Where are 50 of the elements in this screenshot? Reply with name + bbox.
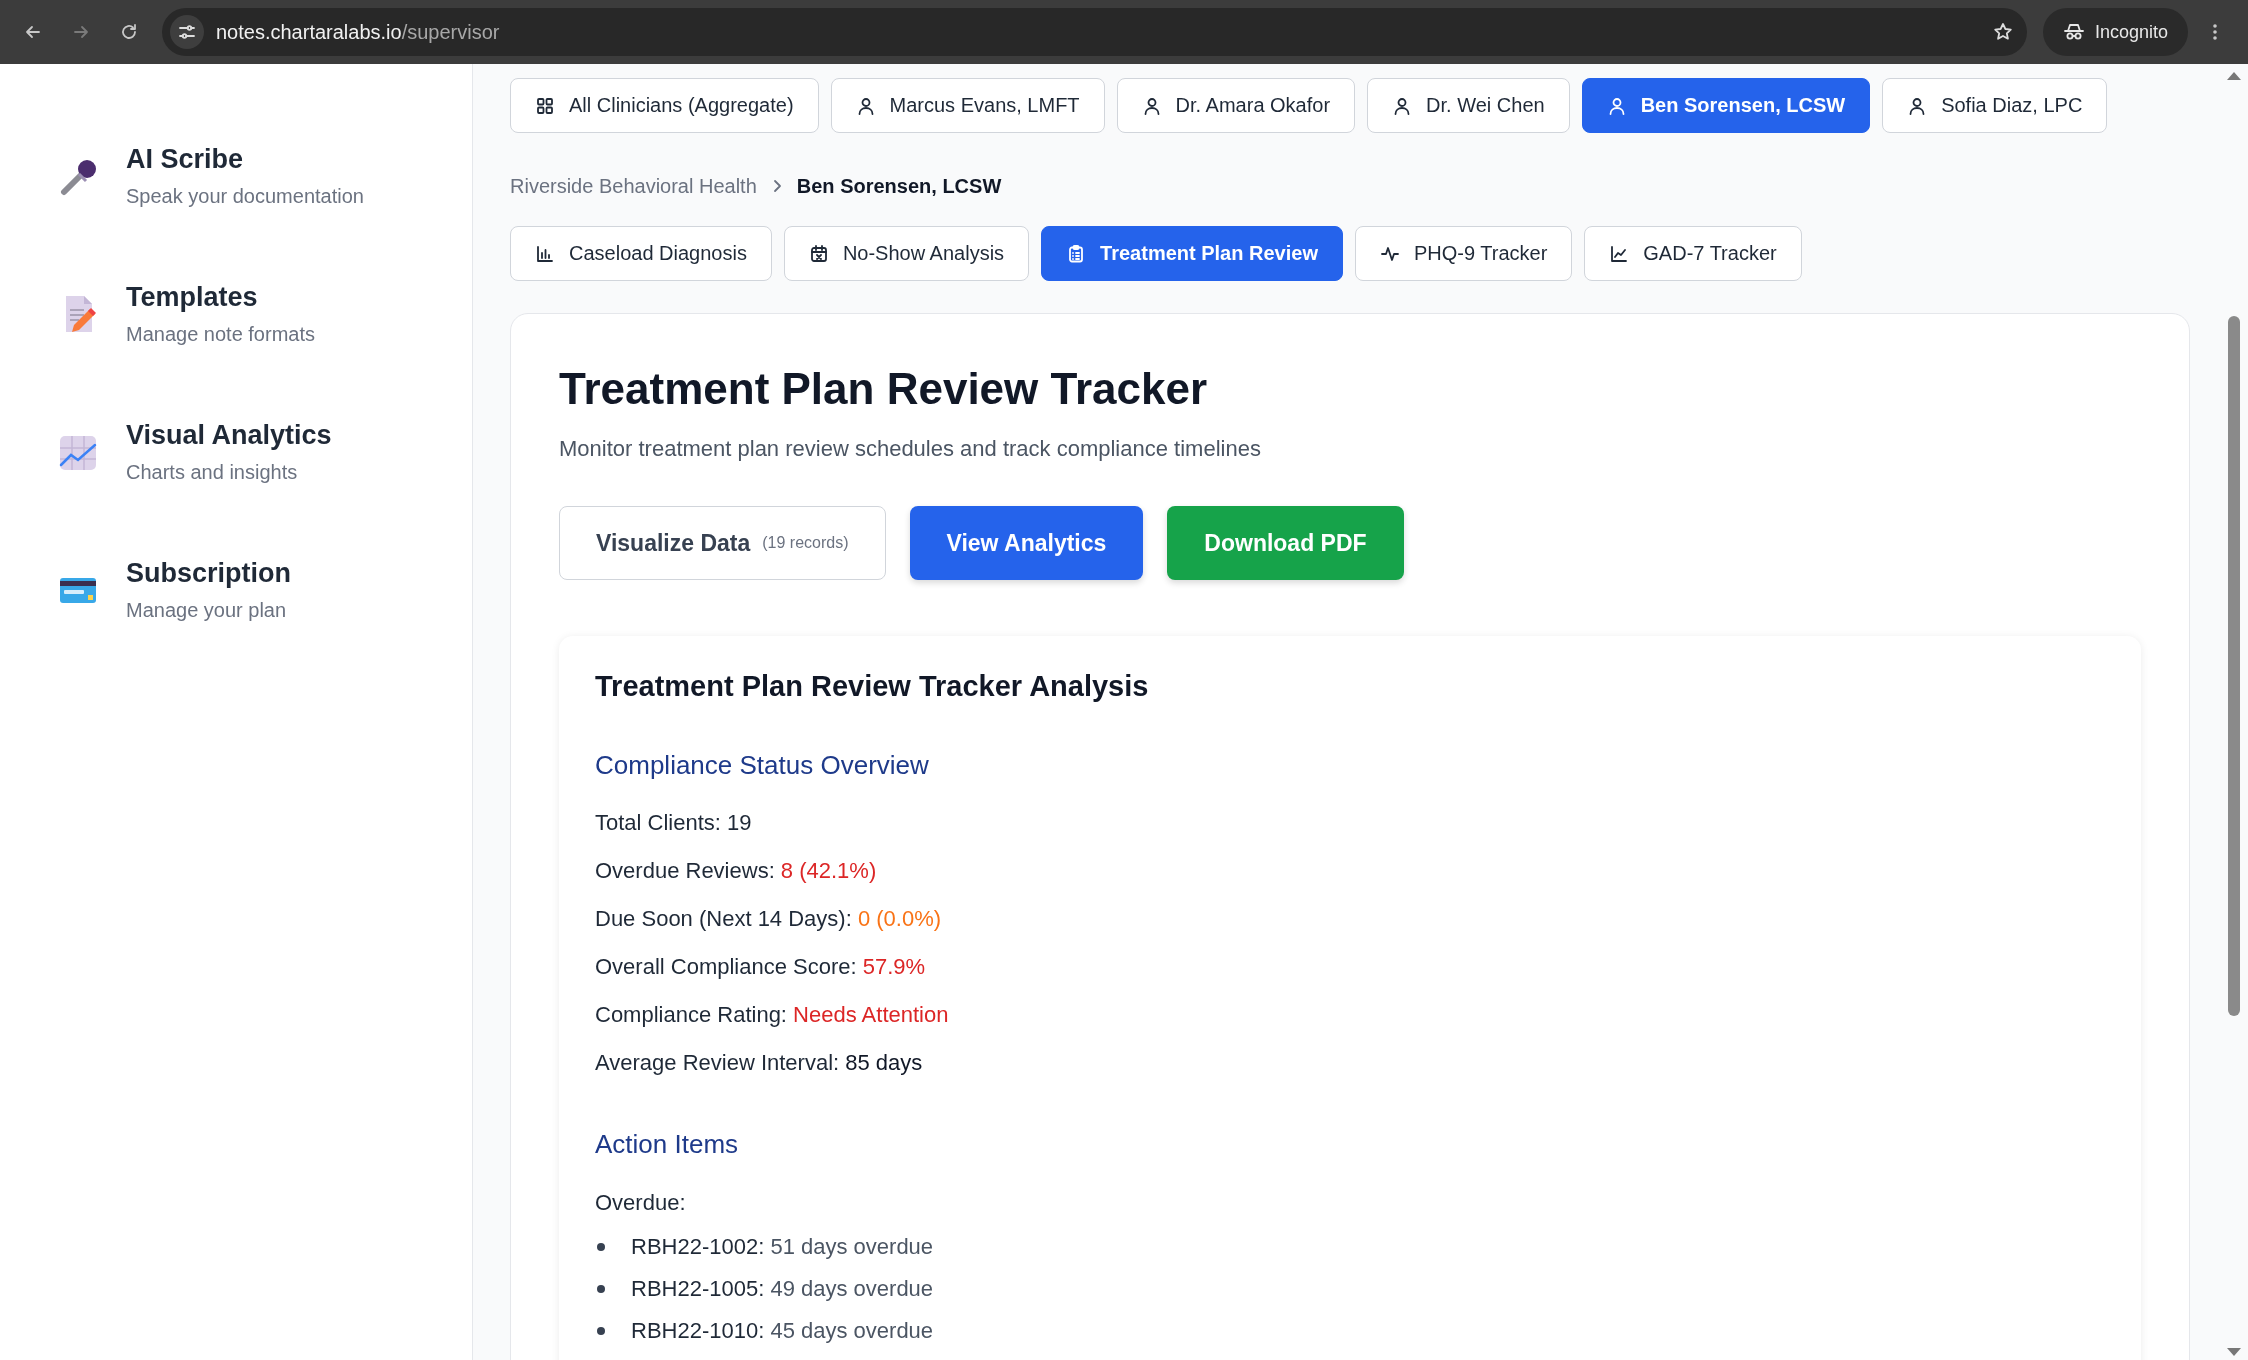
stat-line: Average Review Interval: 85 days — [595, 1049, 924, 1077]
action-item: RBH22-1010: 45 days overdue — [631, 1318, 934, 1344]
incognito-icon — [2062, 22, 2085, 42]
bar-chart-icon — [535, 243, 555, 264]
calendar-x-icon — [808, 243, 829, 264]
clinician-tab[interactable]: Dr. Wei Chen — [1367, 78, 1570, 133]
action-item: RBH22-1005: 49 days overdue — [631, 1276, 934, 1302]
sidebar-item[interactable]: AI Scribe Speak your documentation — [58, 144, 472, 208]
clinician-tab[interactable]: Dr. Amara Okafor — [1116, 78, 1356, 133]
action-item: RBH22-1002: 51 days overdue — [631, 1234, 934, 1260]
report-tab[interactable]: No-Show Analysis — [783, 226, 1030, 281]
analytics-button[interactable]: View Analytics — [909, 506, 1144, 580]
stat-line: Total Clients: 19 — [595, 809, 753, 837]
grid-icon — [535, 95, 555, 116]
scrollbar[interactable] — [2220, 64, 2248, 1360]
report-tab[interactable]: GAD-7 Tracker — [1584, 226, 1802, 281]
report-tab[interactable]: Treatment Plan Review — [1041, 226, 1343, 281]
kebab-menu-icon — [2212, 22, 2218, 42]
bullet-icon — [597, 1327, 605, 1335]
report-tab[interactable]: PHQ-9 Tracker — [1354, 226, 1573, 281]
reload-icon — [119, 22, 139, 42]
incognito-button[interactable]: Incognito — [2042, 8, 2188, 56]
group-label: Overdue: — [595, 1190, 687, 1216]
clinician-tab[interactable]: Ben Sorensen, LCSW — [1581, 78, 1871, 133]
analysis-title: Treatment Plan Review Tracker Analysis — [595, 670, 1150, 703]
stat-line: Overdue Reviews: 8 (42.1%) — [595, 857, 878, 885]
clinician-tab[interactable]: All Clinicians (Aggregate) — [510, 78, 819, 133]
sliders-icon — [178, 23, 196, 41]
site-info-button[interactable] — [170, 15, 204, 49]
line-chart-icon — [1609, 243, 1630, 264]
bullet-icon — [597, 1243, 605, 1251]
url-text: notes.chartaralabs.io/supervisor — [216, 20, 501, 44]
stat-line: Overall Compliance Score: 57.9% — [595, 953, 927, 981]
stat-line: Compliance Rating: Needs Attention — [595, 1001, 950, 1029]
clinician-tab[interactable]: Sofia Diaz, LPC — [1882, 78, 2108, 133]
breadcrumb-link[interactable]: Riverside Behavioral Health — [510, 174, 757, 198]
bullet-icon — [597, 1285, 605, 1293]
report-tab[interactable]: Caseload Diagnosis — [510, 226, 772, 281]
sidebar-item[interactable]: Templates Manage note formats — [58, 282, 472, 346]
section-heading: Compliance Status Overview — [595, 750, 930, 781]
sidebar-item[interactable]: Visual Analytics Charts and insights — [58, 420, 472, 484]
bookmark-star-icon[interactable] — [1992, 22, 2013, 42]
section-heading: Action Items — [595, 1129, 740, 1160]
page-title: Treatment Plan Review Tracker — [559, 364, 1209, 414]
visualize-button[interactable]: Visualize Data (19 records) — [559, 506, 886, 580]
stat-line: Due Soon (Next 14 Days): 0 (0.0%) — [595, 905, 943, 933]
address-bar[interactable]: notes.chartaralabs.io/supervisor — [162, 8, 2027, 56]
clinician-tab[interactable]: Marcus Evans, LMFT — [830, 78, 1105, 133]
page-subtitle: Monitor treatment plan review schedules and track compliance timelines — [559, 436, 1262, 462]
sidebar-item[interactable]: Subscription Manage your plan — [58, 558, 472, 622]
